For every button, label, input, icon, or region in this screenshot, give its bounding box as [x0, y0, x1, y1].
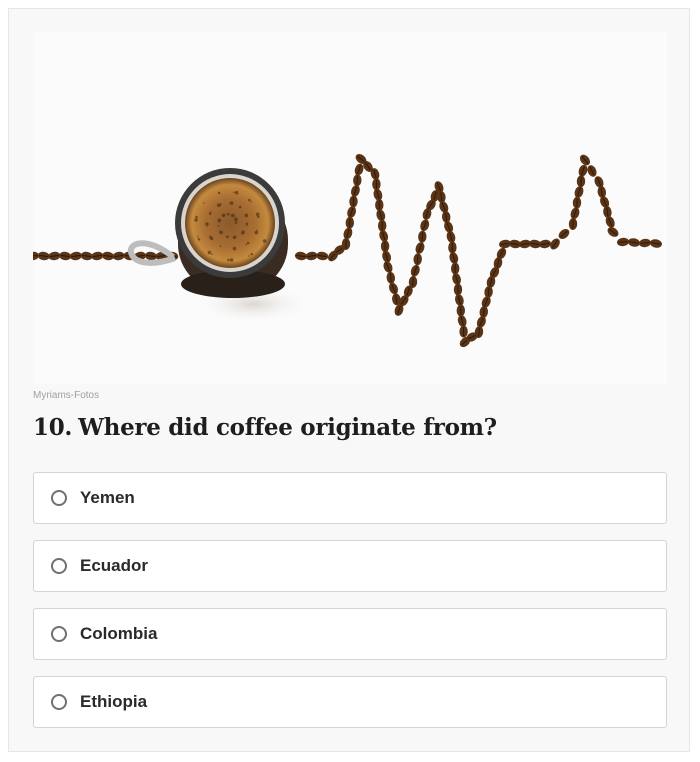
- image-credit: Myriams-Fotos: [33, 390, 100, 401]
- question-number: 10.: [33, 414, 73, 441]
- option-label: Yemen: [80, 488, 135, 507]
- option-label: Colombia: [80, 624, 158, 643]
- coffee-heartbeat-image: [33, 32, 667, 384]
- coffee-bean: [448, 241, 457, 254]
- option-yemen[interactable]: Yemen: [33, 472, 667, 524]
- answer-options: Yemen Ecuador Colombia Ethiopia: [33, 472, 667, 744]
- coffee-bean: [380, 240, 390, 253]
- question-title: 10. Where did coffee originate from?: [33, 414, 497, 441]
- option-label: Ethiopia: [80, 692, 148, 711]
- coffee-bean: [375, 199, 384, 211]
- coffee-image-graphic: [33, 32, 667, 384]
- coffee-bean: [372, 178, 381, 191]
- option-label: Ecuador: [80, 556, 149, 575]
- option-ecuador[interactable]: Ecuador: [33, 540, 667, 592]
- coffee-bean: [450, 262, 460, 275]
- radio-circle-icon[interactable]: [51, 490, 67, 506]
- coffee-bean: [459, 325, 468, 338]
- quiz-card: Myriams-Fotos 10. Where did coffee origin…: [8, 8, 690, 752]
- radio-circle-icon[interactable]: [51, 626, 67, 642]
- option-colombia[interactable]: Colombia: [33, 608, 667, 660]
- radio-circle-icon[interactable]: [51, 558, 67, 574]
- radio-circle-icon[interactable]: [51, 694, 67, 710]
- coffee-bean: [453, 283, 463, 296]
- question-text: Where did coffee originate from?: [78, 414, 497, 441]
- coffee-bean: [378, 219, 387, 232]
- coffee-bean: [456, 304, 466, 317]
- option-ethiopia[interactable]: Ethiopia: [33, 676, 667, 728]
